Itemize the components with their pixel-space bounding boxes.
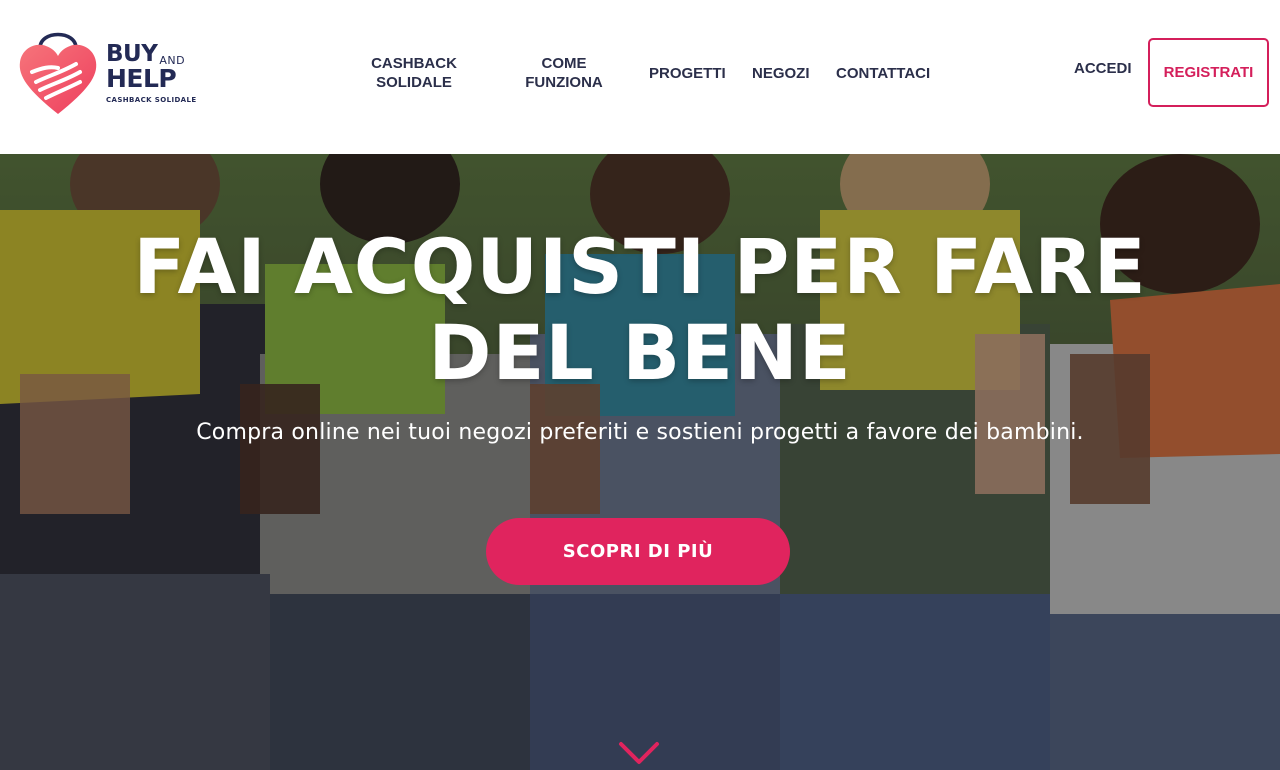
nav-item-come-funziona[interactable]: COME FUNZIONA <box>514 54 614 92</box>
nav-item-progetti[interactable]: PROGETTI <box>649 64 726 83</box>
nav-item-negozi[interactable]: NEGOZI <box>752 64 810 83</box>
brand-name-top: BUY AND <box>106 42 197 67</box>
brand-wordmark: BUY AND HELP CASHBACK SOLIDALE <box>106 42 197 104</box>
heart-hand-logo-icon <box>19 32 97 114</box>
discover-more-button[interactable]: SCOPRI DI PIÙ <box>486 518 790 585</box>
brand-name-bottom: HELP <box>106 64 177 93</box>
hero-title-text: FAI ACQUISTI PER FARE DEL BENE <box>133 222 1147 397</box>
hero-title: FAI ACQUISTI PER FARE DEL BENE <box>0 224 1280 396</box>
hero-section: FAI ACQUISTI PER FARE DEL BENE Compra on… <box>0 154 1280 770</box>
chevron-down-icon[interactable] <box>617 740 661 766</box>
register-button[interactable]: REGISTRATI <box>1148 38 1269 107</box>
site-header: BUY AND HELP CASHBACK SOLIDALE CASHBACK S… <box>0 0 1280 154</box>
brand-and-text: AND <box>159 54 186 67</box>
brand-logo[interactable]: BUY AND HELP CASHBACK SOLIDALE <box>18 28 218 120</box>
hero-subtitle: Compra online nei tuoi negozi preferiti … <box>196 420 1084 445</box>
brand-tagline: CASHBACK SOLIDALE <box>106 96 197 104</box>
nav-item-contattaci[interactable]: CONTATTACI <box>836 64 930 83</box>
login-link[interactable]: ACCEDI <box>1074 60 1132 77</box>
nav-item-cashback-solidale[interactable]: CASHBACK SOLIDALE <box>362 54 466 92</box>
